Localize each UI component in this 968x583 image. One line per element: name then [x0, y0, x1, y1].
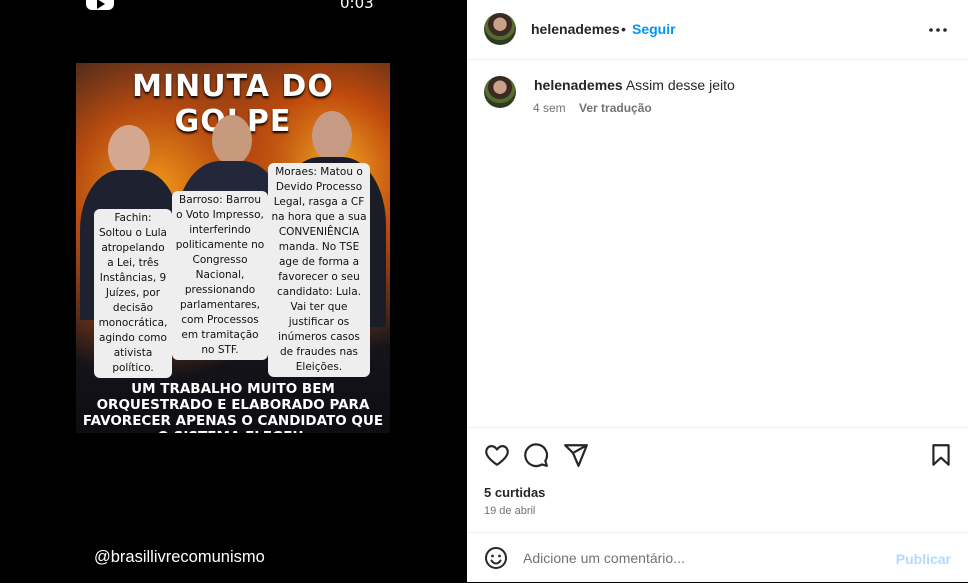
caption-avatar[interactable]: [484, 76, 516, 108]
poster-footer: UM TRABALHO MUITO BEM ORQUESTRADO E ELAB…: [82, 381, 384, 433]
post-image: MINUTA DO GOLPE Fachin: Soltou o Lula at…: [76, 63, 390, 433]
comment-input[interactable]: [523, 550, 883, 566]
caption-meta: 4 sem Ver tradução: [533, 101, 662, 115]
emoji-icon[interactable]: [484, 546, 508, 570]
action-bar: 5 curtidas 19 de abril: [467, 427, 968, 532]
like-heart-icon[interactable]: [484, 442, 510, 468]
caption-age[interactable]: 4 sem: [533, 101, 566, 115]
caption: helenademes Assim desse jeito: [534, 77, 735, 93]
watermark-handle: @brasillivrecomunismo: [94, 548, 265, 566]
separator-dot: •: [621, 21, 626, 37]
more-options-icon[interactable]: [928, 20, 948, 40]
play-icon[interactable]: [86, 0, 114, 10]
post-details-panel: helenademes • Seguir helenademes Assim d…: [467, 0, 968, 582]
caption-bubble-barroso: Barroso: Barrou o Voto Impresso, interfe…: [172, 191, 268, 360]
share-send-icon[interactable]: [563, 442, 589, 468]
media-pane[interactable]: 0:03 MINUTA DO GOLPE Fachin: Soltou o Lu…: [0, 0, 467, 582]
post-header: helenademes • Seguir: [467, 0, 968, 60]
post-date: 19 de abril: [484, 505, 536, 517]
caption-username[interactable]: helenademes: [534, 77, 623, 93]
see-translation-link[interactable]: Ver tradução: [579, 101, 652, 115]
caption-body: Assim desse jeito: [625, 77, 735, 93]
comment-bubble-icon[interactable]: [523, 442, 549, 468]
video-time: 0:03: [340, 0, 374, 12]
comment-bar: Publicar: [467, 532, 968, 583]
publish-button[interactable]: Publicar: [896, 551, 951, 567]
avatar[interactable]: [484, 13, 516, 45]
header-username[interactable]: helenademes: [531, 21, 620, 37]
follow-button[interactable]: Seguir: [632, 21, 676, 37]
save-bookmark-icon[interactable]: [928, 442, 954, 468]
likes-count[interactable]: 5 curtidas: [484, 485, 545, 500]
caption-bubble-fachin: Fachin: Soltou o Lula atropelando a Lei,…: [94, 209, 172, 378]
caption-bubble-moraes: Moraes: Matou o Devido Processo Legal, r…: [268, 163, 370, 377]
